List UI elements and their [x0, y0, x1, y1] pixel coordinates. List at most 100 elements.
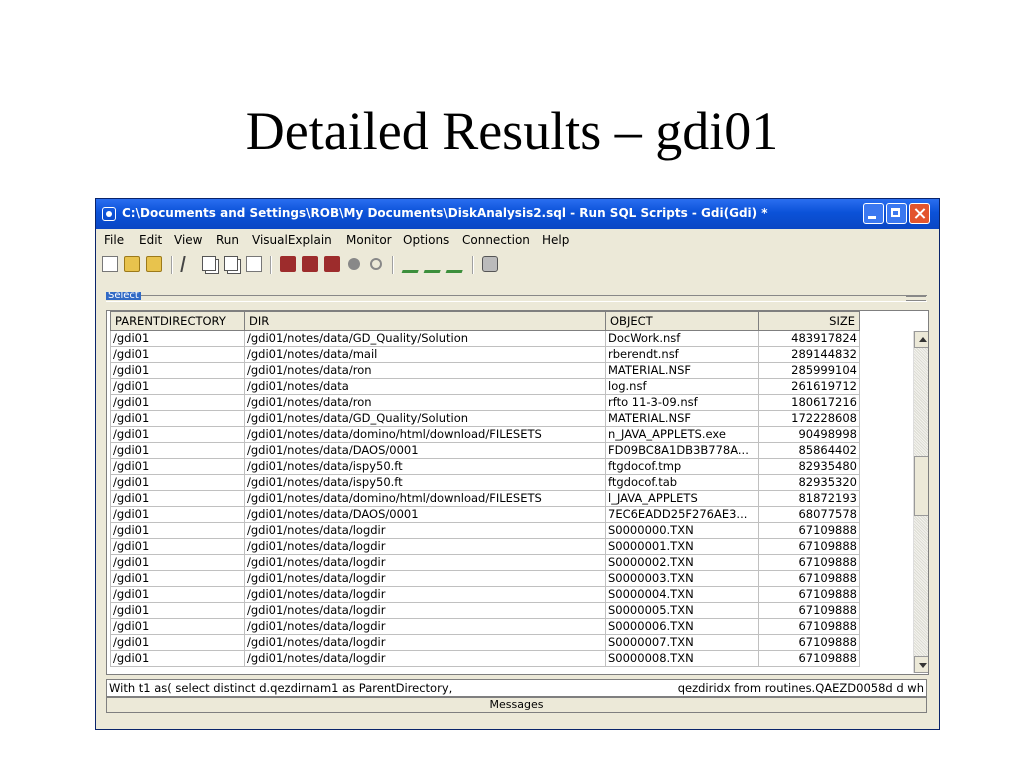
table-row[interactable]: /gdi01/gdi01/notes/data/logdir S0000003.T… [110, 570, 860, 587]
cancel-icon[interactable] [370, 258, 382, 270]
cell-object[interactable]: S0000000.TXN [605, 522, 759, 539]
menu-edit[interactable]: Edit [139, 233, 162, 247]
cell-dir[interactable]: /gdi01/notes/data/ispy50.ft [244, 474, 606, 491]
cell-object[interactable]: S0000001.TXN [605, 538, 759, 555]
column-header-size[interactable]: SIZE [758, 311, 860, 331]
table-row[interactable]: /gdi01/gdi01/notes/data/logdir S0000004.T… [110, 586, 860, 603]
cell-object[interactable]: S0000005.TXN [605, 602, 759, 619]
cell-parentdirectory[interactable]: /gdi01 [110, 378, 245, 395]
menu-monitor[interactable]: Monitor [346, 233, 392, 247]
cell-parentdirectory[interactable]: /gdi01 [110, 410, 245, 427]
table-row[interactable]: /gdi01/gdi01/notes/data/DAOS/0001 7EC6EAD… [110, 506, 860, 523]
cell-parentdirectory[interactable]: /gdi01 [110, 602, 245, 619]
column-header-dir[interactable]: DIR [244, 311, 606, 331]
column-header-object[interactable]: OBJECT [605, 311, 759, 331]
table-row[interactable]: /gdi01/gdi01/notes/data/logdir S0000007.T… [110, 634, 860, 651]
cell-object[interactable]: MATERIAL.NSF [605, 362, 759, 379]
menu-visualexplain[interactable]: VisualExplain [252, 233, 332, 247]
scroll-up-icon[interactable] [914, 331, 928, 348]
select-all-icon[interactable] [246, 256, 262, 272]
cell-size[interactable]: 289144832 [758, 346, 860, 363]
cell-parentdirectory[interactable]: /gdi01 [110, 522, 245, 539]
messages-tab[interactable]: Messages [106, 697, 927, 713]
explain-icon[interactable] [401, 260, 423, 273]
cell-parentdirectory[interactable]: /gdi01 [110, 474, 245, 491]
column-header-parentdirectory[interactable]: PARENTDIRECTORY [110, 311, 245, 331]
run-all-icon[interactable] [280, 256, 296, 272]
table-row[interactable]: /gdi01/gdi01/notes/data/ron rfto 11-3-09.… [110, 394, 860, 411]
cell-size[interactable]: 67109888 [758, 650, 860, 667]
cell-dir[interactable]: /gdi01/notes/data/ron [244, 362, 606, 379]
open-icon[interactable] [124, 256, 140, 272]
cell-object[interactable]: S0000002.TXN [605, 554, 759, 571]
cell-dir[interactable]: /gdi01/notes/data/logdir [244, 618, 606, 635]
run-and-explain-icon[interactable] [423, 260, 445, 273]
select-statement-highlight[interactable]: Select [106, 292, 141, 300]
maximize-button[interactable] [886, 203, 907, 224]
cell-parentdirectory[interactable]: /gdi01 [110, 586, 245, 603]
cell-object[interactable]: S0000003.TXN [605, 570, 759, 587]
cell-size[interactable]: 85864402 [758, 442, 860, 459]
cell-dir[interactable]: /gdi01/notes/data/DAOS/0001 [244, 442, 606, 459]
cell-object[interactable]: log.nsf [605, 378, 759, 395]
menu-connection[interactable]: Connection [462, 233, 530, 247]
cut-icon[interactable] [180, 256, 196, 272]
cell-object[interactable]: rfto 11-3-09.nsf [605, 394, 759, 411]
cell-object[interactable]: DocWork.nsf [605, 330, 759, 347]
cell-dir[interactable]: /gdi01/notes/data/ispy50.ft [244, 458, 606, 475]
cell-size[interactable]: 67109888 [758, 634, 860, 651]
table-row[interactable]: /gdi01/gdi01/notes/data/mail rberendt.nsf… [110, 346, 860, 363]
explain-next-icon[interactable] [445, 260, 467, 273]
cell-object[interactable]: 7EC6EADD25F276AE3... [605, 506, 759, 523]
cell-dir[interactable]: /gdi01/notes/data/DAOS/0001 [244, 506, 606, 523]
minimize-button[interactable] [863, 203, 884, 224]
table-row[interactable]: /gdi01/gdi01/notes/data/DAOS/0001 FD09BC8… [110, 442, 860, 459]
paste-icon[interactable] [224, 256, 238, 271]
cell-parentdirectory[interactable]: /gdi01 [110, 634, 245, 651]
table-row[interactable]: /gdi01/gdi01/notes/data/logdir S0000001.T… [110, 538, 860, 555]
save-icon[interactable] [146, 256, 162, 272]
table-row[interactable]: /gdi01/gdi01/notes/data/logdir S0000006.T… [110, 618, 860, 635]
new-icon[interactable] [102, 256, 118, 272]
menu-help[interactable]: Help [542, 233, 569, 247]
menu-file[interactable]: File [104, 233, 124, 247]
cell-parentdirectory[interactable]: /gdi01 [110, 458, 245, 475]
menu-view[interactable]: View [174, 233, 202, 247]
cell-parentdirectory[interactable]: /gdi01 [110, 330, 245, 347]
cell-parentdirectory[interactable]: /gdi01 [110, 346, 245, 363]
cell-size[interactable]: 483917824 [758, 330, 860, 347]
table-row[interactable]: /gdi01/gdi01/notes/data/ispy50.ft ftgdoco… [110, 474, 860, 491]
cell-object[interactable]: S0000008.TXN [605, 650, 759, 667]
cell-size[interactable]: 67109888 [758, 554, 860, 571]
cell-dir[interactable]: /gdi01/notes/data/domino/html/download/F… [244, 490, 606, 507]
cell-object[interactable]: ftgdocof.tab [605, 474, 759, 491]
cell-object[interactable]: MATERIAL.NSF [605, 410, 759, 427]
cell-dir[interactable]: /gdi01/notes/data/ron [244, 394, 606, 411]
cell-dir[interactable]: /gdi01/notes/data/logdir [244, 538, 606, 555]
copy-icon[interactable] [202, 256, 216, 271]
cell-dir[interactable]: /gdi01/notes/data/logdir [244, 634, 606, 651]
menu-run[interactable]: Run [216, 233, 239, 247]
splitter-grip[interactable] [906, 296, 926, 301]
cell-parentdirectory[interactable]: /gdi01 [110, 490, 245, 507]
table-row[interactable]: /gdi01/gdi01/notes/data/GD_Quality/Solut… [110, 330, 860, 347]
table-row[interactable]: /gdi01/gdi01/notes/data/logdir S0000005.T… [110, 602, 860, 619]
cell-object[interactable]: l_JAVA_APPLETS [605, 490, 759, 507]
table-row[interactable]: /gdi01/gdi01/notes/data/domino/html/down… [110, 426, 860, 443]
table-row[interactable]: /gdi01/gdi01/notes/data/GD_Quality/Solut… [110, 410, 860, 427]
cell-object[interactable]: n_JAVA_APPLETS.exe [605, 426, 759, 443]
cell-size[interactable]: 67109888 [758, 618, 860, 635]
table-row[interactable]: /gdi01/gdi01/notes/data/domino/html/down… [110, 490, 860, 507]
print-icon[interactable] [482, 256, 498, 272]
cell-parentdirectory[interactable]: /gdi01 [110, 650, 245, 667]
cell-parentdirectory[interactable]: /gdi01 [110, 538, 245, 555]
cell-dir[interactable]: /gdi01/notes/data/logdir [244, 570, 606, 587]
cell-size[interactable]: 68077578 [758, 506, 860, 523]
cell-parentdirectory[interactable]: /gdi01 [110, 362, 245, 379]
cell-object[interactable]: ftgdocof.tmp [605, 458, 759, 475]
cell-dir[interactable]: /gdi01/notes/data/GD_Quality/Solution [244, 330, 606, 347]
cell-parentdirectory[interactable]: /gdi01 [110, 426, 245, 443]
cell-size[interactable]: 82935320 [758, 474, 860, 491]
cell-dir[interactable]: /gdi01/notes/data/logdir [244, 602, 606, 619]
title-bar[interactable]: C:\Documents and Settings\ROB\My Documen… [96, 199, 939, 229]
